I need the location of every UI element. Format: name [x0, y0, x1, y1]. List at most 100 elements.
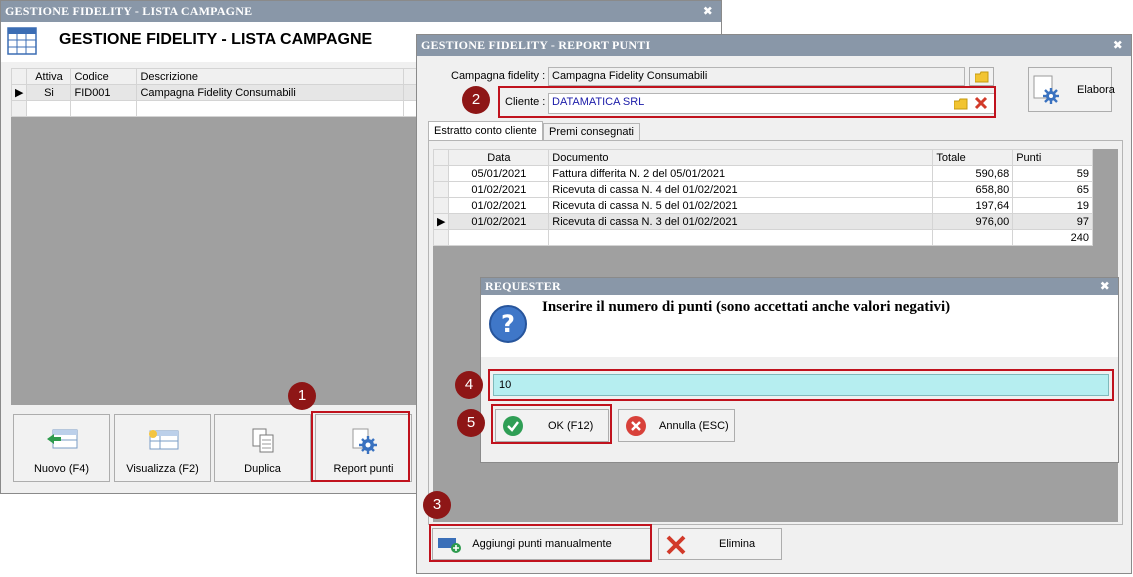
duplica-button[interactable]: Duplica — [214, 414, 311, 482]
cell-punti[interactable]: 65 — [1012, 181, 1093, 198]
highlight-punti-input — [488, 369, 1114, 401]
elabora-label: Elabora — [1077, 84, 1115, 96]
highlight-cliente-field — [498, 86, 996, 118]
svg-text:?: ? — [501, 310, 515, 338]
total-punti: 240 — [1012, 229, 1093, 246]
requester-message-area: ? Inserire il numero di punti (sono acce… — [481, 295, 1118, 357]
callout-badge-2: 2 — [462, 86, 490, 114]
callout-badge-3: 3 — [423, 491, 451, 519]
cell-punti[interactable]: 97 — [1012, 213, 1093, 230]
cell-totale[interactable]: 976,00 — [932, 213, 1014, 230]
elabora-button[interactable]: Elabora — [1028, 67, 1115, 112]
current-row-arrow-icon: ▶ — [432, 213, 450, 230]
row-indicator-header — [432, 149, 450, 166]
tab-estratto-label: Estratto conto cliente — [434, 125, 537, 137]
report-punti-title: GESTIONE FIDELITY - REPORT PUNTI — [421, 38, 651, 52]
column-header-codice[interactable]: Codice — [70, 68, 138, 85]
folder-icon — [974, 71, 989, 86]
gears-icon — [1032, 75, 1062, 108]
column-header-totale[interactable]: Totale — [932, 149, 1014, 166]
close-icon[interactable]: ✖ — [1100, 278, 1110, 295]
tab-premi-label: Premi consegnati — [549, 126, 634, 138]
row-indicator — [432, 197, 450, 214]
lista-campagne-title: GESTIONE FIDELITY - LISTA CAMPAGNE — [5, 4, 253, 18]
cell-empty — [70, 100, 138, 117]
annulla-button[interactable]: Annulla (ESC) — [618, 409, 735, 442]
cell-documento[interactable]: Ricevuta di cassa N. 4 del 01/02/2021 — [548, 181, 934, 198]
column-header-descrizione[interactable]: Descrizione — [136, 68, 405, 85]
row-indicator — [432, 165, 450, 182]
table-icon — [7, 27, 37, 58]
highlight-ok-button — [491, 404, 612, 444]
campagna-label: Campagna fidelity : — [451, 70, 546, 82]
cell-attiva[interactable]: Si — [26, 84, 72, 101]
visualizza-label: Visualizza (F2) — [126, 463, 199, 475]
cell-totale[interactable]: 590,68 — [932, 165, 1014, 182]
cell-data[interactable]: 01/02/2021 — [448, 197, 550, 214]
requester-titlebar[interactable]: REQUESTER ✖ — [481, 278, 1118, 295]
highlight-report-button — [311, 411, 410, 482]
table-row[interactable]: 01/02/2021 Ricevuta di cassa N. 4 del 01… — [432, 181, 1093, 198]
table-row[interactable]: 05/01/2021 Fattura differita N. 2 del 05… — [432, 165, 1093, 182]
row-indicator — [10, 100, 28, 117]
cell-empty — [932, 229, 1014, 246]
duplica-label: Duplica — [244, 463, 281, 475]
campagna-lookup-button[interactable] — [969, 67, 994, 86]
table-row[interactable]: ▶ 01/02/2021 Ricevuta di cassa N. 3 del … — [432, 213, 1093, 230]
nuovo-button[interactable]: Nuovo (F4) — [13, 414, 110, 482]
cell-empty — [136, 100, 405, 117]
callout-badge-4: 4 — [455, 371, 483, 399]
cell-data[interactable]: 01/02/2021 — [448, 213, 550, 230]
cell-empty — [26, 100, 72, 117]
cancel-icon — [625, 415, 647, 440]
visualizza-button[interactable]: Visualizza (F2) — [114, 414, 211, 482]
current-row-arrow-icon: ▶ — [10, 84, 28, 101]
callout-badge-5: 5 — [457, 409, 485, 437]
cell-empty — [548, 229, 934, 246]
delete-x-icon — [665, 534, 687, 559]
requester-title: REQUESTER — [485, 279, 561, 293]
column-header-data[interactable]: Data — [448, 149, 550, 166]
cell-empty — [448, 229, 550, 246]
cell-codice[interactable]: FID001 — [70, 84, 138, 101]
tab-premi-consegnati[interactable]: Premi consegnati — [543, 123, 640, 141]
elimina-label: Elimina — [719, 538, 756, 550]
column-header-punti[interactable]: Punti — [1012, 149, 1093, 166]
campagna-value: Campagna Fidelity Consumabili — [552, 70, 708, 82]
question-icon: ? — [488, 304, 528, 347]
column-header-attiva[interactable]: Attiva — [26, 68, 72, 85]
row-indicator-header — [10, 68, 28, 85]
lista-campagne-titlebar[interactable]: GESTIONE FIDELITY - LISTA CAMPAGNE ✖ — [1, 1, 721, 22]
tab-estratto-conto[interactable]: Estratto conto cliente — [428, 121, 543, 141]
elimina-button[interactable]: Elimina — [658, 528, 782, 560]
close-icon[interactable]: ✖ — [1113, 35, 1123, 56]
table-footer-row: 240 — [432, 229, 1093, 246]
copy-icon — [249, 427, 277, 458]
table-row[interactable]: 01/02/2021 Ricevuta di cassa N. 5 del 01… — [432, 197, 1093, 214]
page-title: GESTIONE FIDELITY - LISTA CAMPAGNE — [59, 31, 373, 48]
cell-descrizione[interactable]: Campagna Fidelity Consumabili — [136, 84, 405, 101]
highlight-aggiungi-button — [429, 524, 652, 562]
cell-documento[interactable]: Ricevuta di cassa N. 5 del 01/02/2021 — [548, 197, 934, 214]
cell-data[interactable]: 05/01/2021 — [448, 165, 550, 182]
view-record-icon — [146, 428, 180, 453]
cell-documento[interactable]: Fattura differita N. 2 del 05/01/2021 — [548, 165, 934, 182]
cell-punti[interactable]: 59 — [1012, 165, 1093, 182]
cell-documento[interactable]: Ricevuta di cassa N. 3 del 01/02/2021 — [548, 213, 934, 230]
nuovo-label: Nuovo (F4) — [33, 463, 90, 475]
requester-message: Inserire il numero di punti (sono accett… — [542, 299, 951, 315]
campagna-field[interactable]: Campagna Fidelity Consumabili — [548, 67, 965, 86]
cell-punti[interactable]: 19 — [1012, 197, 1093, 214]
row-indicator — [432, 229, 450, 246]
estratto-table: Data Documento Totale Punti 05/01/2021 F… — [432, 149, 1093, 246]
row-indicator — [432, 181, 450, 198]
annulla-label: Annulla (ESC) — [659, 420, 729, 432]
callout-badge-1: 1 — [288, 382, 316, 410]
cell-totale[interactable]: 658,80 — [932, 181, 1014, 198]
cell-totale[interactable]: 197,64 — [932, 197, 1014, 214]
close-icon[interactable]: ✖ — [703, 1, 713, 22]
new-record-icon — [45, 428, 79, 453]
cell-data[interactable]: 01/02/2021 — [448, 181, 550, 198]
column-header-documento[interactable]: Documento — [548, 149, 934, 166]
report-punti-titlebar[interactable]: GESTIONE FIDELITY - REPORT PUNTI ✖ — [417, 35, 1131, 56]
